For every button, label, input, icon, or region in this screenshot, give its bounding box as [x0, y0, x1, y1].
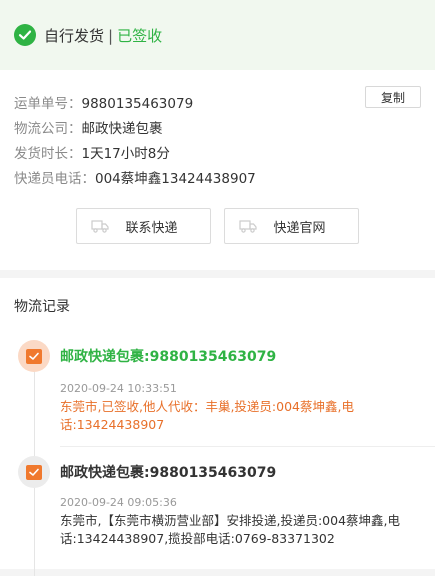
package-icon	[26, 348, 42, 364]
info-key: 物流公司：	[14, 121, 82, 137]
delivery-status: 已签收	[117, 26, 163, 45]
courier-website-button[interactable]: 快递官网	[224, 208, 359, 244]
shipping-duration: 1天17小时8分	[81, 146, 170, 162]
record-title: 邮政快递包裹:9880135463079	[60, 465, 277, 481]
logistics-records: 物流记录 邮政快递包裹:9880135463079 2020-09-24 10:…	[0, 278, 435, 576]
shipment-info-card: 复制 运单单号：9880135463079 物流公司：邮政快递包裹 发货时长：1…	[0, 70, 435, 270]
banner-text: 自行发货 | 已签收	[44, 25, 162, 46]
record-title: 邮政快递包裹:9880135463079	[60, 349, 277, 365]
info-row-courier-phone: 快递员电话：004蔡坤鑫13424438907	[14, 167, 421, 192]
info-key: 快递员电话：	[14, 171, 95, 187]
carrier-name: 邮政快递包裹	[81, 121, 163, 137]
banner-separator: |	[108, 26, 114, 45]
package-icon	[26, 464, 42, 480]
info-row-duration: 发货时长：1天17小时8分	[14, 142, 421, 167]
action-buttons: 联系快递 快递官网	[0, 208, 435, 244]
records-title: 物流记录	[14, 299, 70, 315]
truck-icon	[91, 219, 109, 237]
record-description: 东莞市,【东莞市横沥营业部】安排投递,投递员:004蔡坤鑫,电话:1342443…	[60, 513, 400, 546]
truck-icon	[239, 219, 257, 237]
courier-phone: 004蔡坤鑫13424438907	[95, 171, 256, 187]
copy-button[interactable]: 复制	[365, 86, 421, 108]
contact-courier-button[interactable]: 联系快递	[76, 208, 211, 244]
info-key: 发货时长：	[14, 146, 82, 162]
info-row-carrier: 物流公司：邮政快递包裹	[14, 117, 421, 142]
info-key: 运单单号：	[14, 96, 82, 112]
check-circle-icon	[14, 24, 36, 46]
record-time: 2020-09-24 10:33:51	[60, 382, 177, 395]
tracking-number: 9880135463079	[81, 96, 194, 112]
status-banner: 自行发货 | 已签收	[0, 0, 435, 70]
record-description: 东莞市,已签收,他人代收：丰巢,投递员:004蔡坤鑫,电话:1342443890…	[60, 399, 354, 432]
record-time: 2020-09-24 09:05:36	[60, 496, 177, 509]
record-divider	[60, 446, 435, 447]
shipping-method: 自行发货	[44, 26, 105, 45]
info-row-tracking-number: 运单单号：9880135463079	[14, 92, 421, 117]
timeline-node	[18, 456, 50, 488]
timeline-node-active	[18, 340, 50, 372]
